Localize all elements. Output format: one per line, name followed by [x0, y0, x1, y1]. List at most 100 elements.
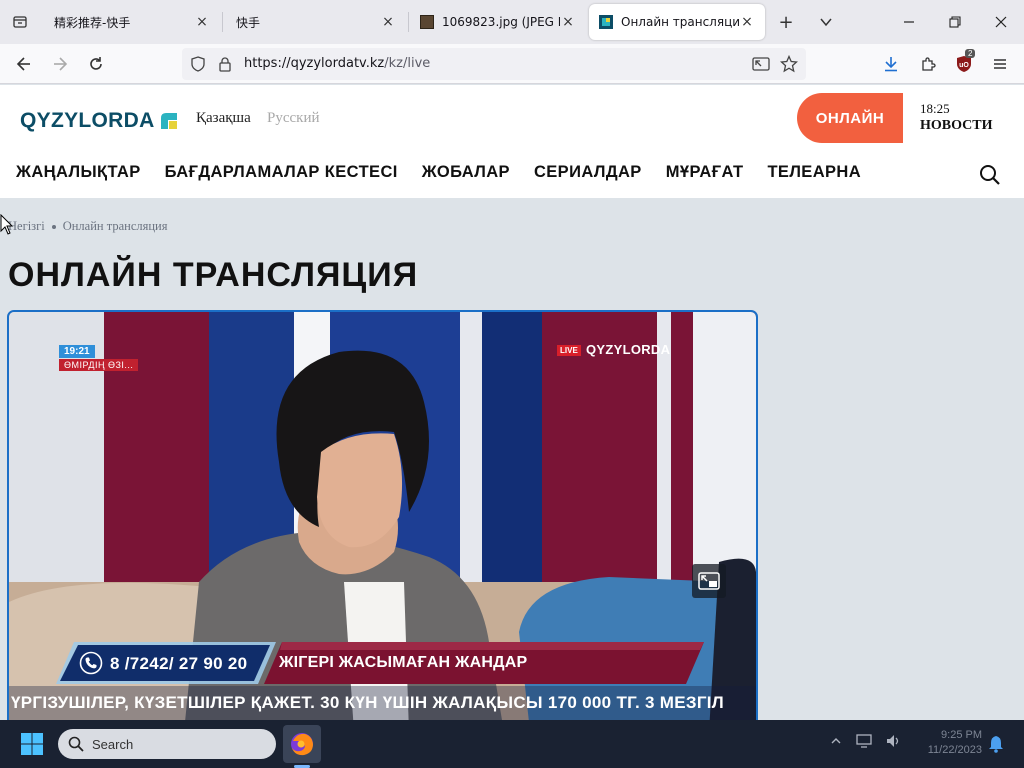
taskbar-clock[interactable]: 9:25 PM 11/22/2023 [910, 728, 982, 758]
tab-title: 1069823.jpg (JPEG Imag [442, 15, 560, 29]
page-title: ОНЛАЙН ТРАНСЛЯЦИЯ [8, 256, 419, 294]
chevron-down-icon [820, 18, 832, 27]
logo-text: QYZYLORDA [20, 109, 155, 132]
news-ticker: ҮРГІЗУШІЛЕР, КҮЗЕТШІЛЕР ҚАЖЕТ. 30 КҮН ҮШ… [9, 686, 756, 720]
main-navigation: ЖАҢАЛЫҚТАР БАҒДАРЛАМАЛАР КЕСТЕСІ ЖОБАЛАР… [16, 163, 861, 182]
phone-number: 8 /7242/ 27 90 20 [110, 654, 248, 673]
taskbar-search-box[interactable]: Search [58, 729, 276, 759]
network-icon[interactable] [856, 734, 872, 748]
breadcrumb: Негізгі Онлайн трансляция [8, 219, 168, 234]
browser-tab[interactable]: 快手 × [226, 4, 406, 40]
volume-icon[interactable] [886, 734, 902, 748]
back-button[interactable] [10, 50, 38, 78]
chevron-up-icon[interactable] [830, 735, 842, 747]
picture-in-picture-icon [698, 572, 720, 590]
forward-button[interactable] [46, 50, 74, 78]
tab-title: Онлайн трансляция - [621, 15, 739, 29]
url-host: https://qyzylordatv.kz [244, 56, 385, 71]
downloads-button[interactable] [877, 50, 905, 78]
broadcast-time: 19:21 [59, 345, 95, 358]
system-tray [830, 734, 902, 748]
url-text[interactable]: https://qyzylordatv.kz/kz/live [244, 56, 430, 71]
arrow-left-icon [16, 57, 30, 71]
address-bar[interactable]: https://qyzylordatv.kz/kz/live [182, 48, 806, 80]
reload-icon [90, 57, 102, 70]
logo-mark-icon [160, 113, 177, 129]
site-logo[interactable]: QYZYLORDA [20, 109, 178, 133]
language-kazakh-link[interactable]: Қазақша [196, 110, 251, 127]
tab-list-icon [13, 16, 27, 28]
ticker-text: ҮРГІЗУШІЛЕР, КҮЗЕТШІЛЕР ҚАЖЕТ. 30 КҮН ҮШ… [11, 693, 725, 712]
clock-date: 11/22/2023 [927, 744, 982, 756]
reload-button[interactable] [82, 50, 110, 78]
windows-taskbar: Search 9:25 PM 11/22/2023 [0, 720, 1024, 768]
windows-start-icon[interactable] [20, 732, 44, 756]
taskbar-search-placeholder: Search [92, 736, 134, 752]
firefox-icon [291, 733, 313, 756]
tab-separator [222, 12, 223, 32]
image-file-favicon-icon [420, 15, 434, 29]
browser-tab-bar: 精彩推荐-快手 × 快手 × 1069823.jpg (JPEG Imag × … [0, 0, 1024, 44]
browser-tab[interactable]: 精彩推荐-快手 × [44, 4, 220, 40]
new-tab-button[interactable]: + [774, 10, 798, 34]
hamburger-menu-icon [994, 59, 1006, 69]
arrow-right-icon [54, 57, 68, 71]
live-video-player[interactable]: 19:21 ӨМІРДІҢ ӨЗІ... LIVE QYZYLORDA 8 /7… [7, 310, 758, 730]
star-bookmark-icon[interactable] [780, 55, 798, 73]
shield-icon[interactable] [190, 56, 206, 72]
broadcast-show-tag: ӨМІРДІҢ ӨЗІ... [59, 359, 139, 371]
close-icon [995, 16, 1007, 28]
breadcrumb-current: Онлайн трансляция [62, 219, 168, 233]
tab-title: 精彩推荐-快手 [54, 15, 131, 30]
search-icon [68, 736, 84, 752]
show-title: ЖІГЕРІ ЖАСЫМАҒАН ЖАНДАР [279, 654, 528, 671]
restore-button[interactable] [932, 0, 978, 44]
site-header: QYZYLORDA Қазақша Русский ОНЛАЙН 18:25 Н… [0, 85, 1024, 198]
restore-icon [949, 16, 961, 28]
extensions-button[interactable] [914, 50, 942, 78]
close-window-button[interactable] [978, 0, 1024, 44]
notification-bell-icon[interactable] [988, 735, 1004, 753]
tab-close-icon[interactable]: × [739, 14, 755, 30]
browser-tab[interactable]: 1069823.jpg (JPEG Imag × [410, 4, 586, 40]
clock-time: 9:25 PM [941, 729, 982, 741]
svg-text:uO: uO [959, 62, 969, 69]
online-live-button[interactable]: ОНЛАЙН [797, 93, 903, 143]
channel-watermark: QYZYLORDA [586, 342, 671, 357]
nav-item-schedule[interactable]: БАҒДАРЛАМАЛАР КЕСТЕСІ [165, 163, 398, 182]
tab-list-button[interactable] [0, 0, 40, 44]
puzzle-icon [922, 57, 936, 71]
nav-item-news[interactable]: ЖАҢАЛЫҚТАР [16, 163, 141, 182]
mouse-cursor-icon [0, 214, 14, 235]
news-time: 18:25 [920, 101, 950, 116]
tab-close-icon[interactable]: × [560, 14, 576, 30]
nav-item-archive[interactable]: МҰРАҒАТ [666, 163, 744, 182]
qyzylorda-favicon-icon [599, 15, 613, 29]
tab-separator [408, 12, 409, 32]
picture-in-picture-icon[interactable] [752, 56, 770, 72]
minimize-button[interactable] [886, 0, 932, 44]
list-all-tabs-button[interactable] [814, 10, 838, 34]
picture-in-picture-button[interactable] [692, 564, 726, 598]
tab-close-icon[interactable]: × [194, 14, 210, 30]
search-icon[interactable] [979, 164, 1001, 186]
phone-icon [79, 651, 103, 675]
taskbar-firefox-app[interactable] [283, 725, 321, 763]
extension-badge: 2 [965, 49, 976, 58]
nav-item-projects[interactable]: ЖОБАЛАР [422, 163, 510, 182]
browser-tab-active[interactable]: Онлайн трансляция - × [589, 4, 765, 40]
nav-item-series[interactable]: СЕРИАЛДАР [534, 163, 642, 182]
download-icon [885, 57, 897, 72]
browser-nav-bar: https://qyzylordatv.kz/kz/live uO 2 [0, 44, 1024, 84]
live-badge: LIVE [557, 345, 581, 356]
news-link[interactable]: НОВОСТИ [920, 118, 993, 134]
url-path: /kz/live [384, 56, 431, 71]
tab-close-icon[interactable]: × [380, 14, 396, 30]
minimize-icon [904, 21, 914, 23]
language-russian-link[interactable]: Русский [267, 110, 320, 127]
ublock-extension-button[interactable]: uO 2 [950, 49, 978, 78]
app-menu-button[interactable] [986, 50, 1014, 78]
nav-item-channel[interactable]: ТЕЛЕАРНА [767, 163, 861, 182]
breadcrumb-separator [51, 224, 56, 229]
lock-icon[interactable] [218, 56, 232, 72]
